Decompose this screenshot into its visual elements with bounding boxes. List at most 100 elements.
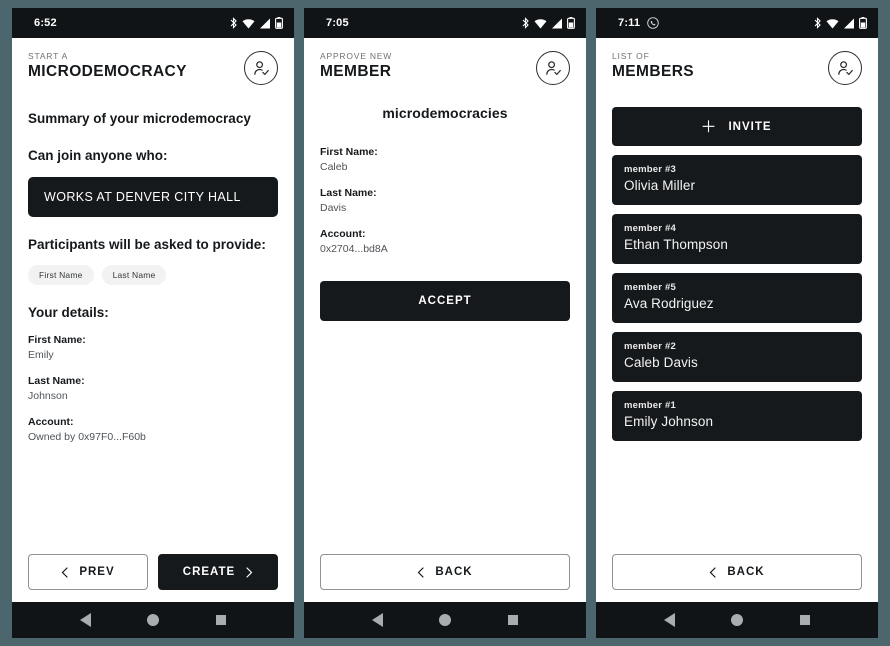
android-navigation-bar	[596, 602, 878, 638]
join-rule-heading: Can join anyone who:	[28, 148, 168, 163]
signal-icon	[844, 18, 854, 28]
wifi-icon	[534, 18, 547, 28]
screen-body: microdemocracies First Name: Caleb Last …	[304, 91, 586, 544]
android-home-icon[interactable]	[731, 614, 744, 626]
create-button[interactable]: CREATE	[158, 554, 278, 590]
app-header-kicker: LIST OF	[612, 51, 650, 61]
android-navigation-bar	[304, 602, 586, 638]
status-bar-left: 6:52	[34, 17, 57, 29]
screen-body: INVITE member #3 Olivia Miller member #4…	[596, 91, 878, 544]
battery-icon	[275, 17, 283, 29]
detail-label: Account:	[28, 416, 74, 428]
status-bar: 7:11	[596, 8, 878, 38]
phone-screen-approve-member: 7:05 APPROVE NEW MEMBER microdemocracies…	[304, 8, 586, 638]
account-avatar-button[interactable]	[536, 51, 570, 85]
detail-value: Emily	[28, 349, 54, 361]
status-bar-clock: 6:52	[34, 17, 57, 29]
provide-heading: Participants will be asked to provide:	[28, 237, 266, 252]
detail-row-first-name: First Name: Emily	[28, 333, 278, 363]
member-rank: member #2	[624, 341, 676, 352]
status-bar-icons	[521, 17, 575, 29]
member-rank: member #4	[624, 223, 676, 234]
bluetooth-icon	[522, 17, 529, 29]
member-list-item[interactable]: member #4 Ethan Thompson	[612, 214, 862, 264]
member-rank: member #5	[624, 282, 676, 293]
detail-row-last-name: Last Name: Davis	[320, 186, 570, 216]
app-header-kicker: START A	[28, 51, 69, 61]
signal-icon	[552, 18, 562, 28]
bluetooth-icon	[814, 17, 821, 29]
battery-icon	[859, 17, 867, 29]
detail-row-last-name: Last Name: Johnson	[28, 374, 278, 404]
app-header: START A MICRODEMOCRACY	[12, 38, 294, 91]
prev-button-label: PREV	[79, 566, 115, 578]
android-back-icon[interactable]	[80, 613, 92, 627]
back-button[interactable]: BACK	[612, 554, 862, 590]
detail-row-first-name: First Name: Caleb	[320, 145, 570, 175]
status-bar-icons	[229, 17, 283, 29]
chip-first-name: First Name	[28, 265, 94, 285]
member-name: Caleb Davis	[624, 355, 698, 370]
signal-icon	[260, 18, 270, 28]
create-button-label: CREATE	[182, 566, 236, 578]
wifi-icon	[242, 18, 255, 28]
phone-screen-create-microdemocracy: 6:52 START A MICRODEMOCRACY Summary of y…	[12, 8, 294, 638]
status-bar: 7:05	[304, 8, 586, 38]
member-list-item[interactable]: member #2 Caleb Davis	[612, 332, 862, 382]
accept-button[interactable]: ACCEPT	[320, 281, 570, 321]
member-rank: member #1	[624, 400, 676, 411]
screen-footer: BACK	[304, 544, 586, 602]
app-header: APPROVE NEW MEMBER	[304, 38, 586, 91]
requested-fields-chips: First Name Last Name	[28, 265, 278, 285]
app-header: LIST OF MEMBERS	[596, 38, 878, 91]
status-bar-left: 7:11	[618, 17, 660, 29]
user-check-icon	[253, 60, 269, 75]
account-avatar-button[interactable]	[244, 51, 278, 85]
page-title: MICRODEMOCRACY	[28, 63, 187, 80]
app-header-titles: APPROVE NEW MEMBER	[320, 50, 392, 82]
screen-footer: PREV CREATE	[12, 544, 294, 602]
join-rule-value[interactable]: WORKS AT DENVER CITY HALL	[28, 177, 278, 217]
android-navigation-bar	[12, 602, 294, 638]
android-home-icon[interactable]	[439, 614, 452, 626]
status-bar-left: 7:05	[326, 17, 349, 29]
page-title: MEMBER	[320, 63, 392, 80]
invite-button-label: INVITE	[728, 120, 772, 133]
status-bar-clock: 7:05	[326, 17, 349, 29]
prev-button[interactable]: PREV	[28, 554, 148, 590]
android-recents-icon[interactable]	[507, 615, 518, 625]
app-header-titles: LIST OF MEMBERS	[612, 50, 694, 82]
phone-screen-members-list: 7:11 LIST OF MEMBERS INVITE member #3 Ol…	[596, 8, 878, 638]
your-details-heading: Your details:	[28, 305, 109, 320]
detail-value: Johnson	[28, 390, 68, 402]
detail-row-account: Account: Owned by 0x97F0...F60b	[28, 415, 278, 445]
member-name: Emily Johnson	[624, 414, 714, 429]
detail-label: First Name:	[320, 146, 378, 158]
detail-value: Owned by 0x97F0...F60b	[28, 431, 146, 443]
android-back-icon[interactable]	[664, 613, 676, 627]
detail-row-account: Account: 0x2704...bd8A	[320, 227, 570, 257]
screen-body: Summary of your microdemocracy Can join …	[12, 91, 294, 544]
battery-icon	[567, 17, 575, 29]
android-home-icon[interactable]	[147, 614, 160, 626]
detail-value: Davis	[320, 202, 347, 214]
android-recents-icon[interactable]	[799, 615, 810, 625]
member-list-item[interactable]: member #5 Ava Rodriguez	[612, 273, 862, 323]
android-recents-icon[interactable]	[215, 615, 226, 625]
chevron-left-icon	[418, 566, 424, 578]
member-rank: member #3	[624, 164, 676, 175]
plus-icon	[702, 120, 716, 133]
invite-button[interactable]: INVITE	[612, 107, 862, 146]
back-button[interactable]: BACK	[320, 554, 570, 590]
detail-label: First Name:	[28, 334, 86, 346]
summary-heading: Summary of your microdemocracy	[28, 111, 251, 126]
chevron-left-icon	[61, 566, 68, 578]
detail-value: Caleb	[320, 161, 348, 173]
page-title: MEMBERS	[612, 63, 695, 80]
member-list-item[interactable]: member #3 Olivia Miller	[612, 155, 862, 205]
member-list-item[interactable]: member #1 Emily Johnson	[612, 391, 862, 441]
android-back-icon[interactable]	[372, 613, 384, 627]
bluetooth-icon	[230, 17, 237, 29]
detail-label: Last Name:	[28, 375, 85, 387]
account-avatar-button[interactable]	[828, 51, 862, 85]
